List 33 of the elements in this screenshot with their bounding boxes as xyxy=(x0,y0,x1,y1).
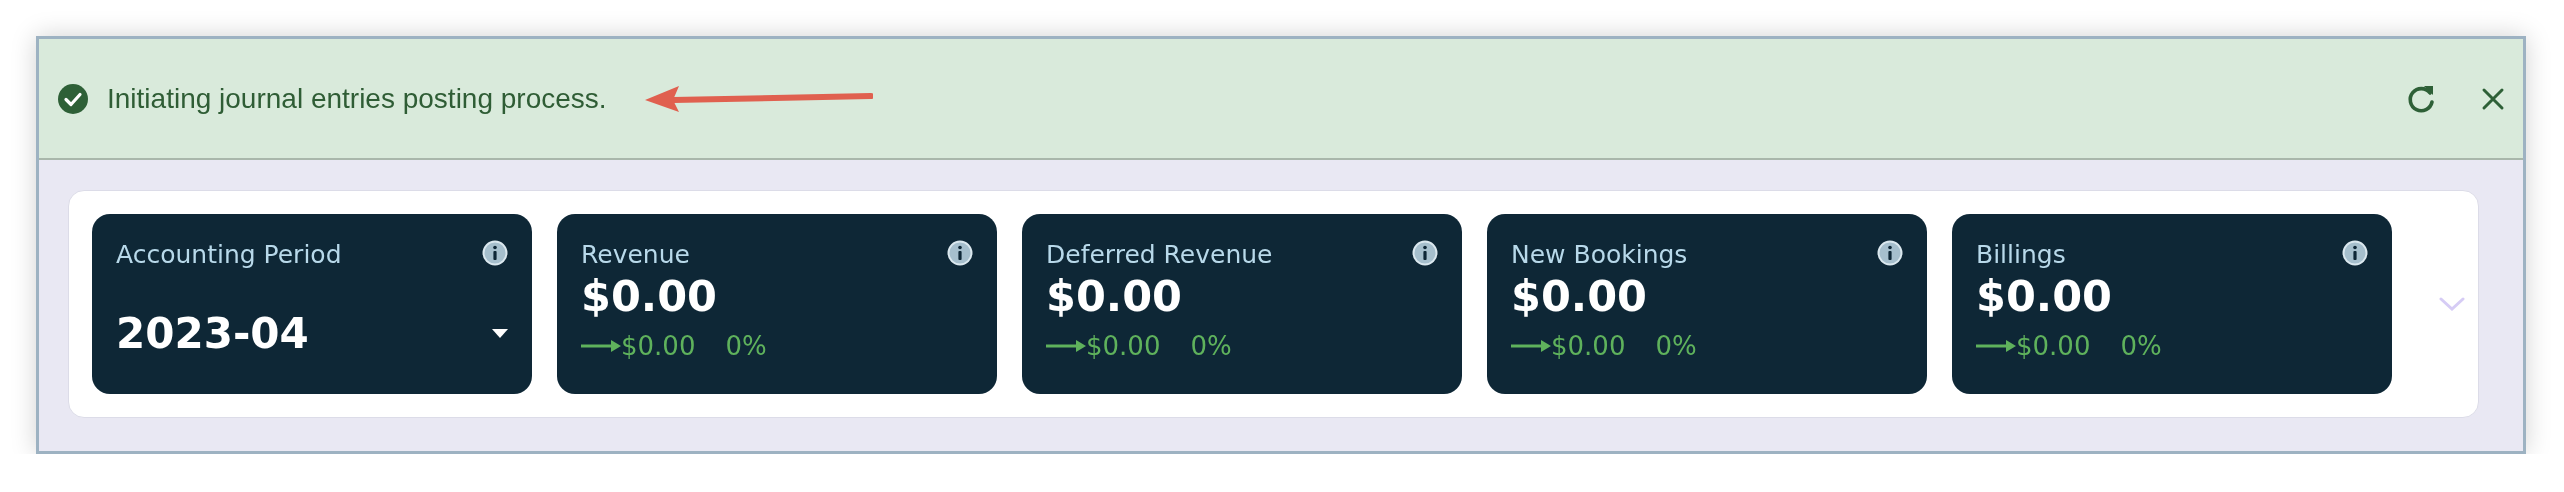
percent-change: 0% xyxy=(1190,331,1232,361)
info-icon[interactable] xyxy=(1877,240,1903,266)
percent-change: 0% xyxy=(2120,331,2162,361)
info-icon[interactable] xyxy=(482,240,508,266)
card-title: Revenue xyxy=(581,240,690,269)
delta-value: $0.00 xyxy=(1551,331,1626,361)
card-title: Accounting Period xyxy=(116,240,342,269)
metric-value: $0.00 xyxy=(1511,271,1648,321)
check-circle-icon xyxy=(57,82,89,115)
info-icon[interactable] xyxy=(1412,240,1438,266)
percent-change: 0% xyxy=(1655,331,1697,361)
card-title: Deferred Revenue xyxy=(1046,240,1273,269)
card-title: New Bookings xyxy=(1511,240,1688,269)
period-selector[interactable]: Accounting Period 2023-04 xyxy=(92,214,532,394)
period-value: 2023-04 xyxy=(116,309,309,358)
metric-value: $0.00 xyxy=(1046,271,1183,321)
dropdown-caret-icon[interactable] xyxy=(492,329,508,338)
trend-arrow-icon xyxy=(1046,339,1086,353)
trend-arrow-icon xyxy=(581,339,621,353)
metric-value: $0.00 xyxy=(1976,271,2113,321)
close-icon xyxy=(2481,86,2505,111)
delta-value: $0.00 xyxy=(1086,331,1161,361)
trend-arrow-icon xyxy=(1976,339,2016,353)
close-button[interactable] xyxy=(2481,86,2505,111)
delta-value: $0.00 xyxy=(621,331,696,361)
info-icon[interactable] xyxy=(2342,240,2368,266)
info-icon[interactable] xyxy=(947,240,973,266)
trend-arrow-icon xyxy=(1511,339,1551,353)
percent-change: 0% xyxy=(725,331,767,361)
card-title: Billings xyxy=(1976,240,2066,269)
delta-value: $0.00 xyxy=(2016,331,2091,361)
alert-message: Initiating journal entries posting process. xyxy=(107,82,607,115)
metric-value: $0.00 xyxy=(581,271,718,321)
